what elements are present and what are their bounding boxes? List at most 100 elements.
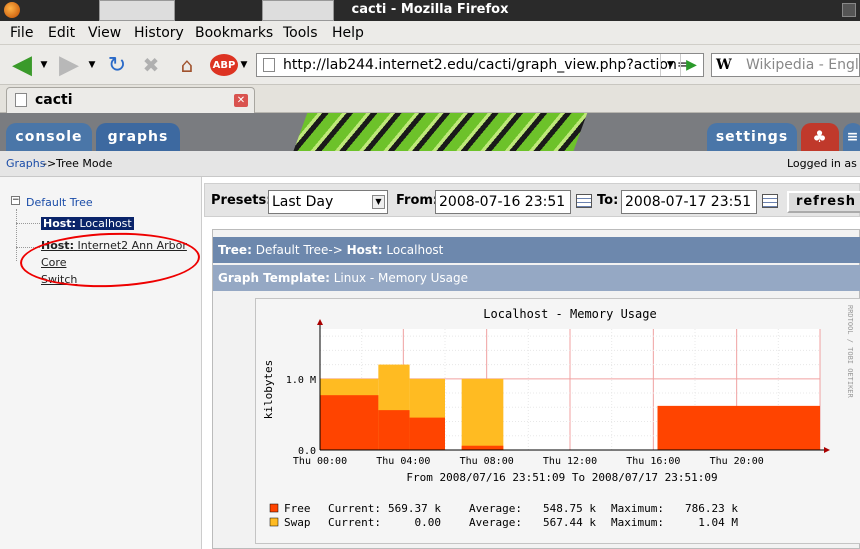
search-input[interactable]: W Wikipedia - English [711,53,860,77]
wikipedia-icon[interactable]: W [716,54,732,76]
back-dropdown-icon[interactable]: ▼ [38,53,50,77]
browser-tab-strip: cacti ✕ [0,85,860,113]
stop-icon[interactable]: ✖ [138,53,164,77]
menu-tools[interactable]: Tools [283,25,318,41]
from-date-input[interactable]: 2008-07-16 23:51 [435,190,571,214]
legend-series-name: Free [284,502,311,515]
tree-item-prefix: Host: [43,217,76,230]
free-area-segment [378,410,410,450]
legend-average-value: 548.75 k [543,502,596,515]
tab-settings[interactable]: settings [707,123,797,151]
menu-file[interactable]: File [10,25,33,41]
swap-area-segment [461,378,504,450]
url-dropdown-icon[interactable]: ▼ [660,54,680,76]
x-tick-label: Thu 04:00 [376,456,430,467]
close-tab-icon[interactable]: ✕ [234,94,248,107]
home-icon[interactable]: ⌂ [174,53,200,77]
tree-root-default[interactable]: Default Tree [26,196,93,209]
free-area-segment [409,417,445,450]
tree-item-label: Localhost [79,217,132,230]
tab-title: cacti [35,92,73,108]
menu-view[interactable]: View [88,25,121,41]
presets-select[interactable]: Last Day ▼ [268,190,388,214]
from-calendar-icon[interactable] [576,194,592,208]
host-value: Localhost [386,243,444,257]
to-label: To: [597,193,619,208]
refresh-button[interactable]: refresh [787,191,860,213]
url-input[interactable]: http://lab244.internet2.edu/cacti/graph_… [256,53,704,77]
rrdtool-watermark: RRDTOOL / TOBI OETIKER [846,305,854,399]
memory-usage-chart: Localhost - Memory Usage kilobytes RRDTOOL… [262,305,854,529]
legend-maximum-label: Maximum: [611,516,664,529]
free-area-segment [461,445,504,450]
breadcrumb-separator: -> [43,157,57,170]
x-tick-label: Thu 20:00 [710,456,764,467]
legend-maximum-value: 1.04 M [698,516,738,529]
browser-tab-cacti[interactable]: cacti ✕ [6,87,255,113]
legend-maximum-value: 786.23 k [685,502,738,515]
to-calendar-icon[interactable] [762,194,778,208]
x-axis-arrow [824,447,830,453]
legend-current-label: Current: [328,502,381,515]
x-tick-label: Thu 12:00 [543,456,597,467]
menu-history[interactable]: History [134,25,184,41]
from-label: From: [396,193,439,208]
go-icon[interactable]: ▶ [680,54,702,76]
y-axis-arrow [317,319,323,325]
legend-series-name: Swap [284,516,311,529]
x-tick-label: Thu 00:00 [293,456,347,467]
breadcrumb: Graphs -> Tree Mode Logged in as ac [0,151,860,177]
breadcrumb-graphs-link[interactable]: Graphs [6,151,45,177]
to-date-input[interactable]: 2008-07-17 23:51 [621,190,757,214]
chart-title: Localhost - Memory Usage [483,307,656,321]
forward-arrow-icon[interactable]: ▶ [56,50,82,80]
free-area-segment [320,395,379,450]
presets-label: Presets: [211,193,272,208]
tree-path-header: Tree: Default Tree-> Host: Localhost [213,237,860,263]
tab-graphs[interactable]: graphs [96,123,180,151]
tab-page-icon [15,93,27,107]
collapse-icon[interactable]: − [11,196,20,205]
forward-dropdown-icon[interactable]: ▼ [86,53,98,77]
tree-path: Default Tree-> [255,243,343,257]
url-text: http://lab244.internet2.edu/cacti/graph_… [283,57,689,73]
menu-help[interactable]: Help [332,25,364,41]
graph-image[interactable]: Localhost - Memory Usage kilobytes RRDTOOL… [255,298,860,544]
tree-line [16,223,40,224]
graph-template-label: Graph Template: [218,271,330,285]
logged-in-text: Logged in as ac [787,157,860,170]
presets-value: Last Day [272,194,334,210]
list-view-icon[interactable]: ≡ [843,123,860,151]
reload-icon[interactable]: ↻ [104,53,130,78]
search-placeholder: Wikipedia - English [746,57,859,73]
tree-item-localhost[interactable]: Host: Localhost [41,217,134,230]
tab-console[interactable]: console [6,123,92,151]
tree-view-icon[interactable]: ♣ [801,123,839,151]
time-range-label: From 2008/07/16 23:51:09 To 2008/07/17 2… [406,471,717,484]
x-tick-label: Thu 08:00 [460,456,514,467]
legend-average-value: 567.44 k [543,516,596,529]
adblock-icon[interactable]: ABP [210,54,238,76]
legend-maximum-label: Maximum: [611,502,664,515]
graph-template-header: Graph Template: Linux - Memory Usage [213,265,860,291]
x-tick-label: Thu 16:00 [626,456,680,467]
window-control-icon[interactable] [842,3,856,17]
back-arrow-icon[interactable]: ◀ [8,50,36,80]
menu-bar: File Edit View History Bookmarks Tools H… [0,21,860,45]
menu-bookmarks[interactable]: Bookmarks [195,25,273,41]
tree-line [16,209,17,261]
graph-panel: Tree: Default Tree-> Host: Localhost Gra… [212,229,860,549]
adblock-dropdown-icon[interactable]: ▼ [238,53,250,77]
legend-average-label: Average: [469,516,522,529]
timespan-filter-bar: Presets: Last Day ▼ From: 2008-07-16 23:… [204,183,860,217]
cacti-logo-graphic [285,113,595,151]
legend-average-label: Average: [469,502,522,515]
legend-current-value: 0.00 [415,516,442,529]
breadcrumb-current: Tree Mode [56,157,113,170]
menu-edit[interactable]: Edit [48,25,75,41]
legend-swatch [269,517,279,527]
legend-current-label: Current: [328,516,381,529]
graph-template-value: Linux - Memory Usage [333,271,469,285]
y-axis-label: kilobytes [262,360,275,420]
select-dropdown-icon[interactable]: ▼ [372,195,385,209]
